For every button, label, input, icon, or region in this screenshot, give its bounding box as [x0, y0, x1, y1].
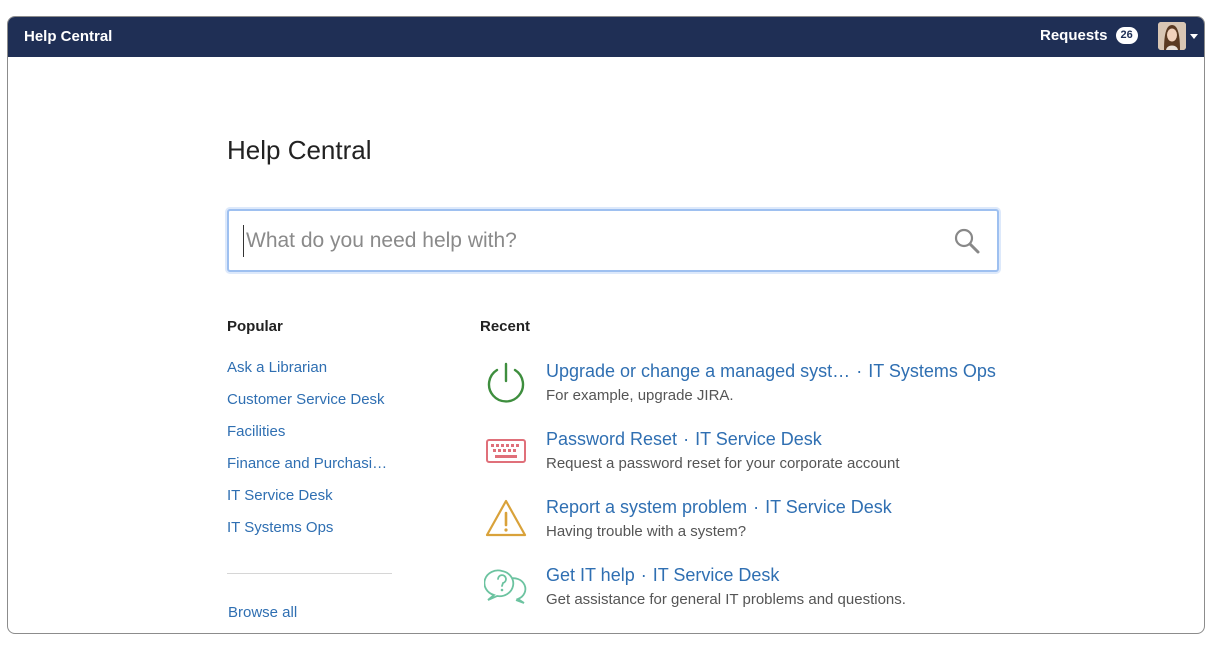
separator: ·: [856, 361, 863, 381]
power-icon: [487, 362, 525, 403]
keyboard-icon: [486, 439, 526, 463]
service-desk-name: IT Service Desk: [652, 565, 780, 585]
recent-item-title[interactable]: Password Reset · IT Service Desk: [546, 429, 822, 450]
recent-item-description: Get assistance for general IT problems a…: [546, 591, 906, 608]
page-title: Help Central: [227, 135, 372, 165]
top-navigation-bar: Help Central Requests 26: [8, 17, 1204, 57]
browse-all-link[interactable]: Browse all: [228, 604, 297, 621]
requests-label: Requests: [1040, 27, 1108, 44]
chevron-down-icon: [1190, 33, 1198, 39]
search-box: [227, 209, 999, 272]
popular-link-facilities[interactable]: Facilities: [227, 423, 285, 440]
recent-item-title[interactable]: Upgrade or change a managed syst… · IT Sys…: [546, 361, 996, 382]
recent-item-description: For example, upgrade JIRA.: [546, 387, 734, 404]
recent-item-description: Request a password reset for your corpor…: [546, 455, 900, 472]
popular-link-it-systems-ops[interactable]: IT Systems Ops: [227, 519, 333, 536]
popular-heading: Popular: [227, 318, 283, 335]
list-item: Customer Service Desk: [227, 391, 387, 423]
service-desk-name: IT Systems Ops: [868, 361, 996, 381]
list-item: IT Systems Ops: [227, 519, 387, 551]
brand-link[interactable]: Help Central: [24, 28, 112, 45]
popular-link-finance-and-purchasing[interactable]: Finance and Purchasi…: [227, 455, 387, 472]
list-item: IT Service Desk: [227, 487, 387, 519]
search-input[interactable]: [243, 225, 933, 257]
recent-heading: Recent: [480, 318, 531, 335]
search-icon[interactable]: [953, 227, 981, 255]
popular-link-it-service-desk[interactable]: IT Service Desk: [227, 487, 333, 504]
recent-item-get-it-help[interactable]: Get IT help · IT Service Desk Get assistan…: [480, 565, 1000, 625]
recent-item-upgrade[interactable]: Upgrade or change a managed syst… · IT Sys…: [480, 361, 1000, 421]
profile-menu[interactable]: [1158, 22, 1198, 50]
warning-icon: [485, 499, 527, 537]
request-type-name: Report a system problem: [546, 497, 748, 517]
service-desk-name: IT Service Desk: [765, 497, 892, 517]
list-item: Finance and Purchasi…: [227, 455, 387, 487]
request-type-name: Get IT help: [546, 565, 635, 585]
help-central-window: Help Central Requests 26 Help Central Po: [7, 16, 1205, 634]
recent-item-description: Having trouble with a system?: [546, 523, 747, 540]
request-type-name: Upgrade or change a managed syst…: [546, 361, 851, 381]
separator: ·: [683, 429, 690, 449]
recent-item-title[interactable]: Get IT help · IT Service Desk: [546, 565, 779, 586]
help-chat-icon: [484, 569, 527, 604]
service-desk-name: IT Service Desk: [695, 429, 822, 449]
list-item: Ask a Librarian: [227, 359, 387, 391]
divider: [227, 573, 392, 574]
user-avatar-icon: [1158, 22, 1186, 50]
separator: ·: [753, 497, 760, 517]
recent-item-password-reset[interactable]: Password Reset · IT Service Desk Request a…: [480, 429, 1000, 489]
list-item: Facilities: [227, 423, 387, 455]
separator: ·: [640, 565, 647, 585]
recent-item-title[interactable]: Report a system problem · IT Service Desk: [546, 497, 892, 518]
popular-link-customer-service-desk[interactable]: Customer Service Desk: [227, 391, 385, 408]
requests-link[interactable]: Requests 26: [1040, 27, 1138, 44]
avatar: [1158, 22, 1186, 50]
popular-link-ask-a-librarian[interactable]: Ask a Librarian: [227, 359, 327, 376]
popular-list: Ask a Librarian Customer Service Desk Fa…: [227, 359, 387, 551]
recent-item-report-problem[interactable]: Report a system problem · IT Service Desk …: [480, 497, 1000, 557]
request-type-name: Password Reset: [546, 429, 678, 449]
requests-count-badge: 26: [1115, 27, 1138, 44]
